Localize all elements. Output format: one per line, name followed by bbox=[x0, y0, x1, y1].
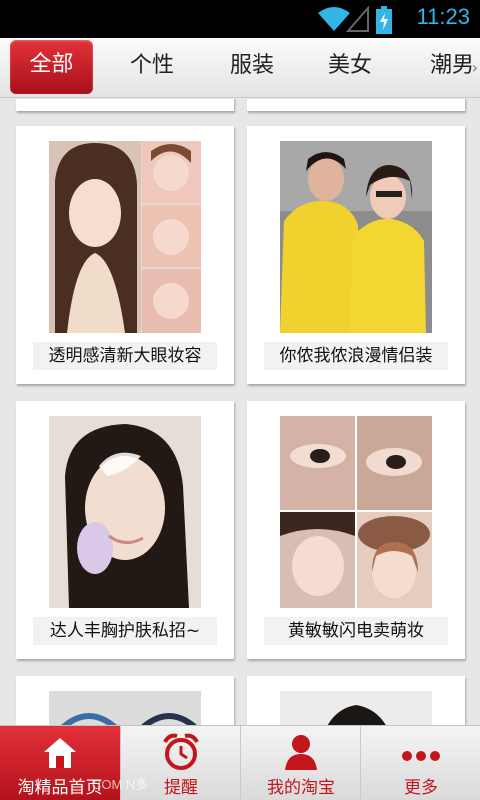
bottom-nav: 淘精品首页 提醒 我的淘宝 更多 bbox=[0, 725, 480, 800]
more-dots-icon bbox=[402, 751, 440, 761]
card-caption: 黄敏敏闪电卖萌妆 bbox=[264, 617, 448, 645]
nav-my-taobao[interactable]: 我的淘宝 bbox=[240, 726, 360, 800]
card-image bbox=[49, 691, 201, 725]
card-image bbox=[49, 416, 201, 608]
tab-all[interactable]: 全部 bbox=[10, 40, 93, 94]
person-icon bbox=[285, 735, 317, 770]
nav-more[interactable]: 更多 bbox=[360, 726, 480, 800]
tab-personality[interactable]: 个性 bbox=[110, 38, 194, 97]
status-time: 11:23 bbox=[416, 4, 470, 29]
tab-clothing[interactable]: 服装 bbox=[210, 38, 294, 97]
card-partial[interactable] bbox=[16, 99, 234, 111]
card-partial[interactable] bbox=[247, 99, 465, 111]
card[interactable]: 你侬我侬浪漫情侣装 bbox=[247, 126, 465, 384]
card-partial[interactable] bbox=[247, 676, 465, 725]
card[interactable]: 达人丰胸护肤私招~ bbox=[16, 401, 234, 659]
status-bar: 11:23 bbox=[0, 0, 480, 38]
card-image bbox=[280, 691, 432, 725]
card[interactable]: 黄敏敏闪电卖萌妆 bbox=[247, 401, 465, 659]
signal-icon bbox=[346, 6, 369, 32]
watermark: COM N多 bbox=[92, 777, 149, 792]
card-caption: 你侬我侬浪漫情侣装 bbox=[264, 342, 448, 370]
card-partial[interactable] bbox=[16, 676, 234, 725]
content-grid: 透明感清新大眼妆容 你侬我侬浪漫情侣装 达人丰胸护肤私招~ 黄敏敏闪电卖萌妆 bbox=[0, 99, 480, 725]
home-icon bbox=[44, 738, 76, 768]
chevron-right-icon[interactable]: › bbox=[472, 58, 478, 77]
card-image bbox=[280, 141, 432, 333]
tab-trendy-men[interactable]: 潮男 bbox=[410, 38, 480, 97]
card-image bbox=[280, 416, 432, 608]
nav-label: 我的淘宝 bbox=[267, 778, 335, 798]
nav-label: 更多 bbox=[404, 778, 438, 798]
card-image bbox=[49, 141, 201, 333]
card-caption: 透明感清新大眼妆容 bbox=[33, 342, 217, 370]
card-caption: 达人丰胸护肤私招~ bbox=[33, 617, 217, 645]
alarm-clock-icon bbox=[163, 733, 199, 770]
battery-icon bbox=[376, 6, 392, 34]
card[interactable]: 透明感清新大眼妆容 bbox=[16, 126, 234, 384]
tab-beauty[interactable]: 美女 bbox=[308, 38, 392, 97]
category-tabs: 全部 个性 服装 美女 潮男 › bbox=[0, 38, 480, 98]
